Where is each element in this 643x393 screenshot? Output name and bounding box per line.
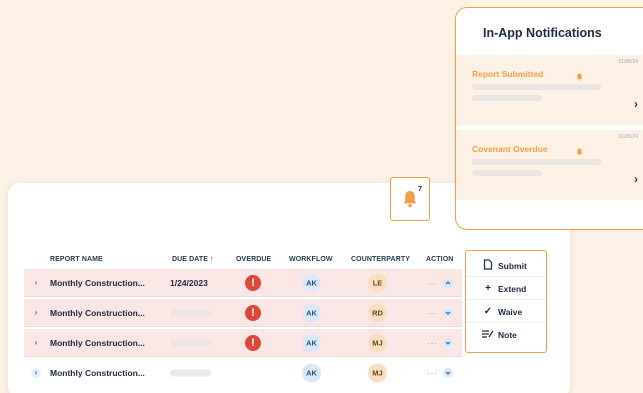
table-row[interactable]: › Monthly Construction... ! AK RD ··· (24, 299, 462, 327)
notifications-bell-button[interactable]: 7 (390, 177, 430, 221)
header-report-name[interactable]: REPORT NAME (50, 256, 103, 263)
text-placeholder (472, 95, 542, 101)
counterparty-avatar[interactable]: MJ (368, 333, 387, 352)
expand-row-icon[interactable]: › (31, 368, 41, 378)
more-options-icon[interactable]: ··· (427, 368, 438, 378)
report-name[interactable]: Monthly Construction... (50, 338, 145, 348)
header-due-date[interactable]: DUE DATE ↑ (172, 256, 214, 263)
note-button[interactable]: Note (466, 324, 546, 346)
chevron-right-icon[interactable]: › (634, 172, 638, 186)
expand-row-icon[interactable]: › (31, 308, 41, 318)
report-name[interactable]: Monthly Construction... (50, 278, 145, 288)
notification-item[interactable]: 01/06/24 Report Submitted › (456, 55, 643, 125)
expand-row-icon[interactable]: › (31, 338, 41, 348)
submit-label: Submit (498, 260, 527, 271)
counterparty-avatar[interactable]: RD (368, 303, 387, 322)
table-row[interactable]: › Monthly Construction... ! AK MJ ··· (24, 329, 462, 357)
workflow-avatar[interactable]: AK (302, 273, 321, 292)
due-date: 1/24/2023 (170, 277, 208, 288)
chevron-right-icon[interactable]: › (634, 97, 638, 111)
due-date-placeholder (170, 369, 211, 377)
text-placeholder (472, 159, 601, 165)
more-options-icon[interactable]: ··· (427, 278, 438, 288)
overdue-alert-icon: ! (245, 274, 261, 291)
notification-count: 7 (418, 186, 422, 193)
extend-label: Extend (498, 283, 527, 294)
header-action: ACTION (426, 256, 454, 263)
header-overdue[interactable]: OVERDUE (236, 256, 271, 263)
due-date-placeholder (170, 309, 211, 316)
overdue-alert-icon: ! (245, 334, 261, 351)
workflow-avatar[interactable]: AK (302, 363, 321, 383)
chevron-down-icon[interactable] (443, 337, 453, 348)
expand-row-icon[interactable]: › (31, 278, 41, 288)
more-options-icon[interactable]: ··· (427, 308, 438, 318)
due-date-placeholder (170, 339, 211, 346)
action-menu: Submit + Extend ✓ Waive Note (465, 250, 547, 353)
workflow-avatar[interactable]: AK (302, 303, 321, 322)
counterparty-avatar[interactable]: LE (368, 273, 387, 292)
chevron-down-icon[interactable] (443, 307, 453, 318)
bell-icon (403, 191, 417, 208)
header-workflow[interactable]: WORKFLOW (289, 256, 333, 263)
note-label: Note (498, 330, 517, 340)
table-row[interactable]: › Monthly Construction... AK MJ ··· (24, 359, 462, 387)
notifications-title: In-App Notifications (483, 26, 602, 40)
notification-item[interactable]: 01/05/24 Covenant Overdue › (456, 130, 643, 200)
check-icon: ✓ (483, 306, 493, 317)
notification-text: Covenant Overdue (472, 144, 548, 154)
report-name[interactable]: Monthly Construction... (50, 308, 145, 318)
notifications-panel: In-App Notifications 01/06/24 Report Sub… (455, 7, 643, 230)
report-name[interactable]: Monthly Construction... (50, 368, 145, 378)
table-header: REPORT NAME DUE DATE ↑ OVERDUE WORKFLOW … (24, 256, 464, 266)
waive-label: Waive (498, 306, 523, 317)
header-counterparty[interactable]: COUNTERPARTY (351, 256, 410, 263)
document-icon (482, 258, 494, 273)
waive-button[interactable]: ✓ Waive (466, 301, 546, 323)
extend-button[interactable]: + Extend (466, 278, 546, 300)
plus-icon: + (485, 283, 491, 294)
notification-text: Report Submitted (472, 69, 544, 79)
submit-button[interactable]: Submit (466, 255, 546, 277)
overdue-alert-icon: ! (245, 304, 261, 321)
chevron-up-icon[interactable] (443, 277, 453, 288)
table-row[interactable]: › Monthly Construction... 1/24/2023 ! AK… (24, 269, 462, 297)
notification-date: 01/05/24 (618, 134, 638, 140)
chevron-down-icon[interactable] (443, 368, 453, 378)
notification-date: 01/06/24 (618, 59, 638, 65)
workflow-avatar[interactable]: AK (302, 333, 321, 352)
text-placeholder (472, 170, 542, 176)
text-placeholder (472, 84, 601, 90)
counterparty-avatar[interactable]: MJ (368, 363, 387, 383)
note-icon (482, 329, 494, 341)
more-options-icon[interactable]: ··· (427, 338, 438, 348)
